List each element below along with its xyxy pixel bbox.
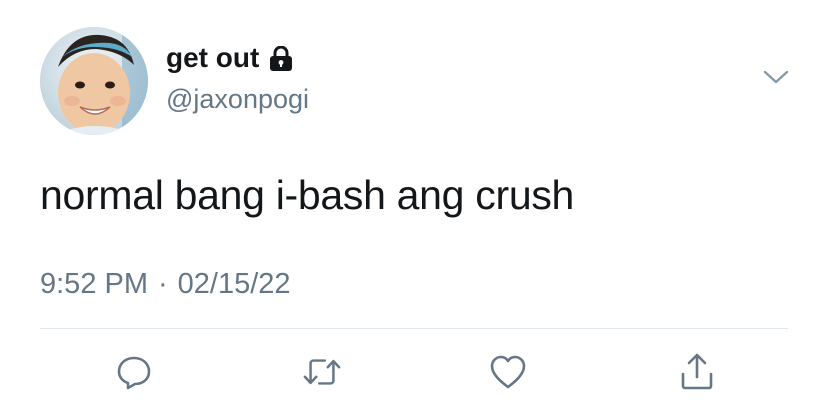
timestamp-separator: · [158,268,168,300]
share-icon [681,353,713,390]
tweet-card: get out @jaxonpogi normal bang i-bash an… [0,0,828,417]
tweet-timestamp[interactable]: 9:52 PM · 02/15/22 [40,265,291,303]
avatar[interactable] [40,27,148,135]
tweet-time: 9:52 PM [40,268,148,300]
retweet-icon [303,359,341,385]
user-handle[interactable]: @jaxonpogi [166,82,309,116]
retweet-button[interactable] [302,352,342,392]
chevron-down-icon[interactable] [762,68,790,86]
share-button[interactable] [677,352,717,392]
display-name-text: get out [166,42,260,73]
reply-button[interactable] [114,352,154,392]
lock-icon [269,45,293,71]
display-name[interactable]: get out [166,40,293,76]
heart-icon [490,355,526,389]
divider [40,328,788,329]
tweet-date: 02/15/22 [177,268,291,300]
like-button[interactable] [488,352,528,392]
tweet-text: normal bang i-bash ang crush [40,172,575,218]
reply-icon [117,356,151,390]
